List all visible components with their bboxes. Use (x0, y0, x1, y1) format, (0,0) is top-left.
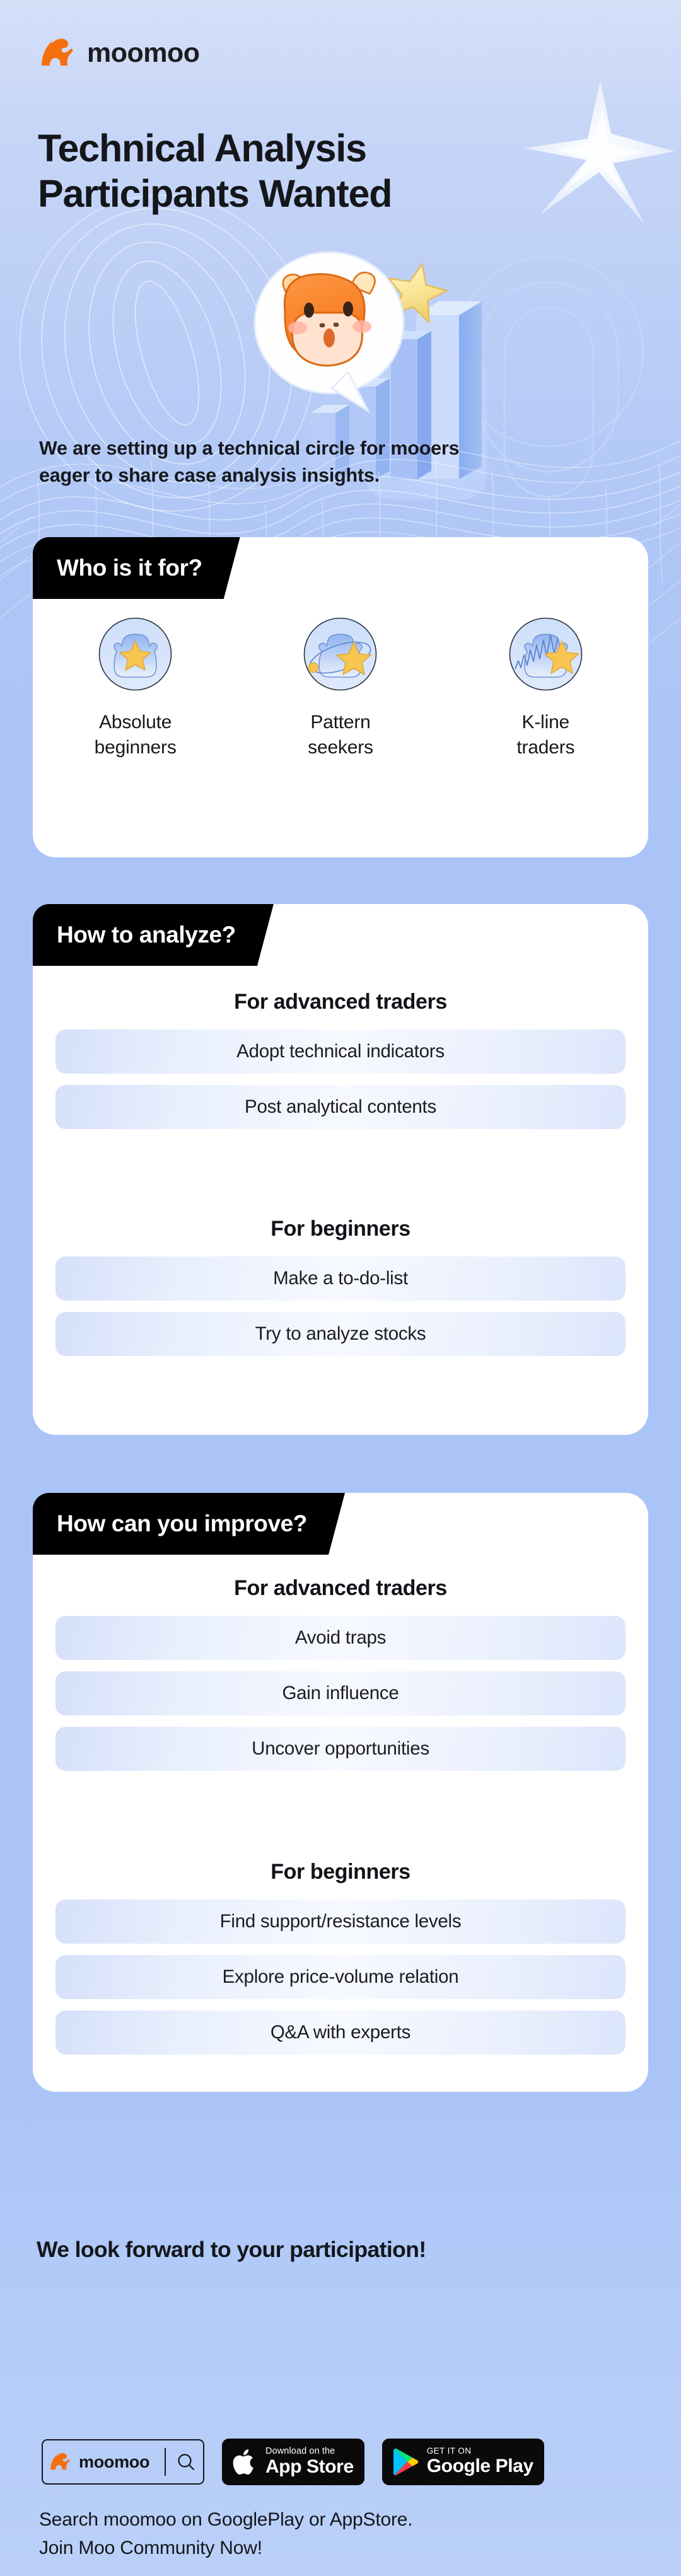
tab-how-to-analyze: How to analyze? (33, 904, 274, 966)
bull-orbit-star-avatar-icon (304, 617, 377, 691)
list-item[interactable]: Try to analyze stocks (55, 1312, 626, 1356)
tab-label: Who is it for? (57, 555, 202, 581)
list-item-label: Q&A with experts (270, 2022, 411, 2043)
persona-item[interactable]: Pattern seekers (262, 615, 419, 760)
persona-label-line-1: Absolute (99, 712, 172, 733)
group-analyze-beginners: For beginners Make a to-do-list Try to a… (33, 1217, 648, 1367)
app-store-badge[interactable]: Download on the App Store (222, 2439, 364, 2485)
google-play-icon (393, 2448, 418, 2476)
bull-kline-star-avatar-icon (509, 617, 583, 691)
page-title: Technical Analysis Participants Wanted (38, 126, 656, 217)
moomoo-search-badge[interactable]: moomoo (42, 2439, 204, 2485)
badge-small-text: Download on the (265, 2445, 335, 2456)
search-icon[interactable] (177, 2452, 195, 2471)
closing-statement: We look forward to your participation! (37, 2237, 426, 2262)
footer-line-2: Join Moo Community Now! (39, 2538, 262, 2558)
hero-subtitle: We are setting up a technical circle for… (39, 435, 638, 490)
persona-item[interactable]: Absolute beginners (57, 615, 214, 760)
group-improve-beginners: For beginners Find support/resistance le… (33, 1860, 648, 2066)
persona-label: Absolute beginners (95, 710, 177, 760)
speech-bubble (253, 251, 405, 414)
list-item-label: Post analytical contents (245, 1096, 436, 1117)
list-item[interactable]: Find support/resistance levels (55, 1900, 626, 1944)
list-item-label: Try to analyze stocks (255, 1323, 426, 1344)
divider (165, 2448, 166, 2476)
page-title-line-1: Technical Analysis (38, 127, 367, 170)
list-item[interactable]: Avoid traps (55, 1616, 626, 1660)
persona-item[interactable]: K-line traders (467, 615, 624, 760)
moomoo-bull-logo (50, 2453, 70, 2470)
badge-big-text: App Store (265, 2456, 354, 2477)
badge-big-text: Google Play (426, 2456, 533, 2477)
persona-list: Absolute beginners Pattern seekers K-lin… (33, 615, 648, 760)
persona-label-line-1: K-line (521, 712, 570, 733)
footer-instructions: Search moomoo on GooglePlay or AppStore.… (39, 2505, 663, 2562)
list-item[interactable]: Adopt technical indicators (55, 1030, 626, 1074)
list-item-label: Find support/resistance levels (219, 1911, 462, 1932)
list-item[interactable]: Explore price-volume relation (55, 1955, 626, 1999)
group-improve-advanced: For advanced traders Avoid traps Gain in… (33, 1576, 648, 1782)
badge-small-text: GET IT ON (426, 2446, 472, 2456)
list-item-label: Avoid traps (294, 1627, 387, 1648)
hero-subtitle-line-2: eager to share case analysis insights. (39, 465, 380, 487)
persona-label-line-2: traders (516, 736, 575, 758)
group-heading: For beginners (271, 1217, 410, 1241)
hero-subtitle-line-1: We are setting up a technical circle for… (39, 438, 460, 459)
persona-label: Pattern seekers (308, 710, 373, 760)
tab-label: How can you improve? (57, 1511, 308, 1536)
page-title-line-2: Participants Wanted (38, 171, 393, 215)
list-item-label: Make a to-do-list (273, 1268, 408, 1289)
apple-logo-icon (233, 2449, 253, 2475)
group-heading: For beginners (271, 1860, 410, 1884)
persona-label: K-line traders (516, 710, 574, 760)
bull-star-avatar-icon (98, 617, 172, 691)
list-item-label: Gain influence (282, 1683, 399, 1703)
list-item[interactable]: Post analytical contents (55, 1085, 626, 1129)
tab-label: How to analyze? (57, 922, 236, 948)
brand-logo-lockup: moomoo (42, 37, 200, 69)
google-play-badge[interactable]: GET IT ON Google Play (381, 2439, 544, 2485)
group-heading: For advanced traders (234, 990, 447, 1014)
list-item[interactable]: Make a to-do-list (55, 1256, 626, 1301)
group-analyze-advanced: For advanced traders Adopt technical ind… (33, 990, 648, 1140)
poster-page: moomoo Technical Analysis Participants W… (0, 0, 681, 2576)
group-heading: For advanced traders (234, 1576, 447, 1600)
persona-label-line-2: seekers (308, 736, 373, 758)
moomoo-bull-logo (42, 38, 73, 66)
tab-who-is-it-for: Who is it for? (33, 537, 240, 599)
list-item[interactable]: Q&A with experts (55, 2010, 626, 2055)
gold-star-icon (388, 263, 448, 323)
badge-brand-name: moomoo (79, 2452, 150, 2471)
bull-mascot-face (282, 271, 376, 367)
list-item-label: Explore price-volume relation (222, 1966, 459, 1987)
footer-line-1: Search moomoo on GooglePlay or AppStore. (39, 2509, 413, 2530)
persona-label-line-1: Pattern (310, 712, 371, 733)
brand-name: moomoo (87, 37, 200, 68)
store-badge-row: moomoo Download on the App Store GET IT … (42, 2439, 544, 2485)
list-item[interactable]: Uncover opportunities (55, 1727, 626, 1771)
tab-how-can-you-improve: How can you improve? (33, 1493, 345, 1555)
list-item[interactable]: Gain influence (55, 1671, 626, 1715)
persona-label-line-2: beginners (94, 736, 177, 758)
list-item-label: Uncover opportunities (252, 1738, 429, 1759)
list-item-label: Adopt technical indicators (236, 1041, 445, 1062)
